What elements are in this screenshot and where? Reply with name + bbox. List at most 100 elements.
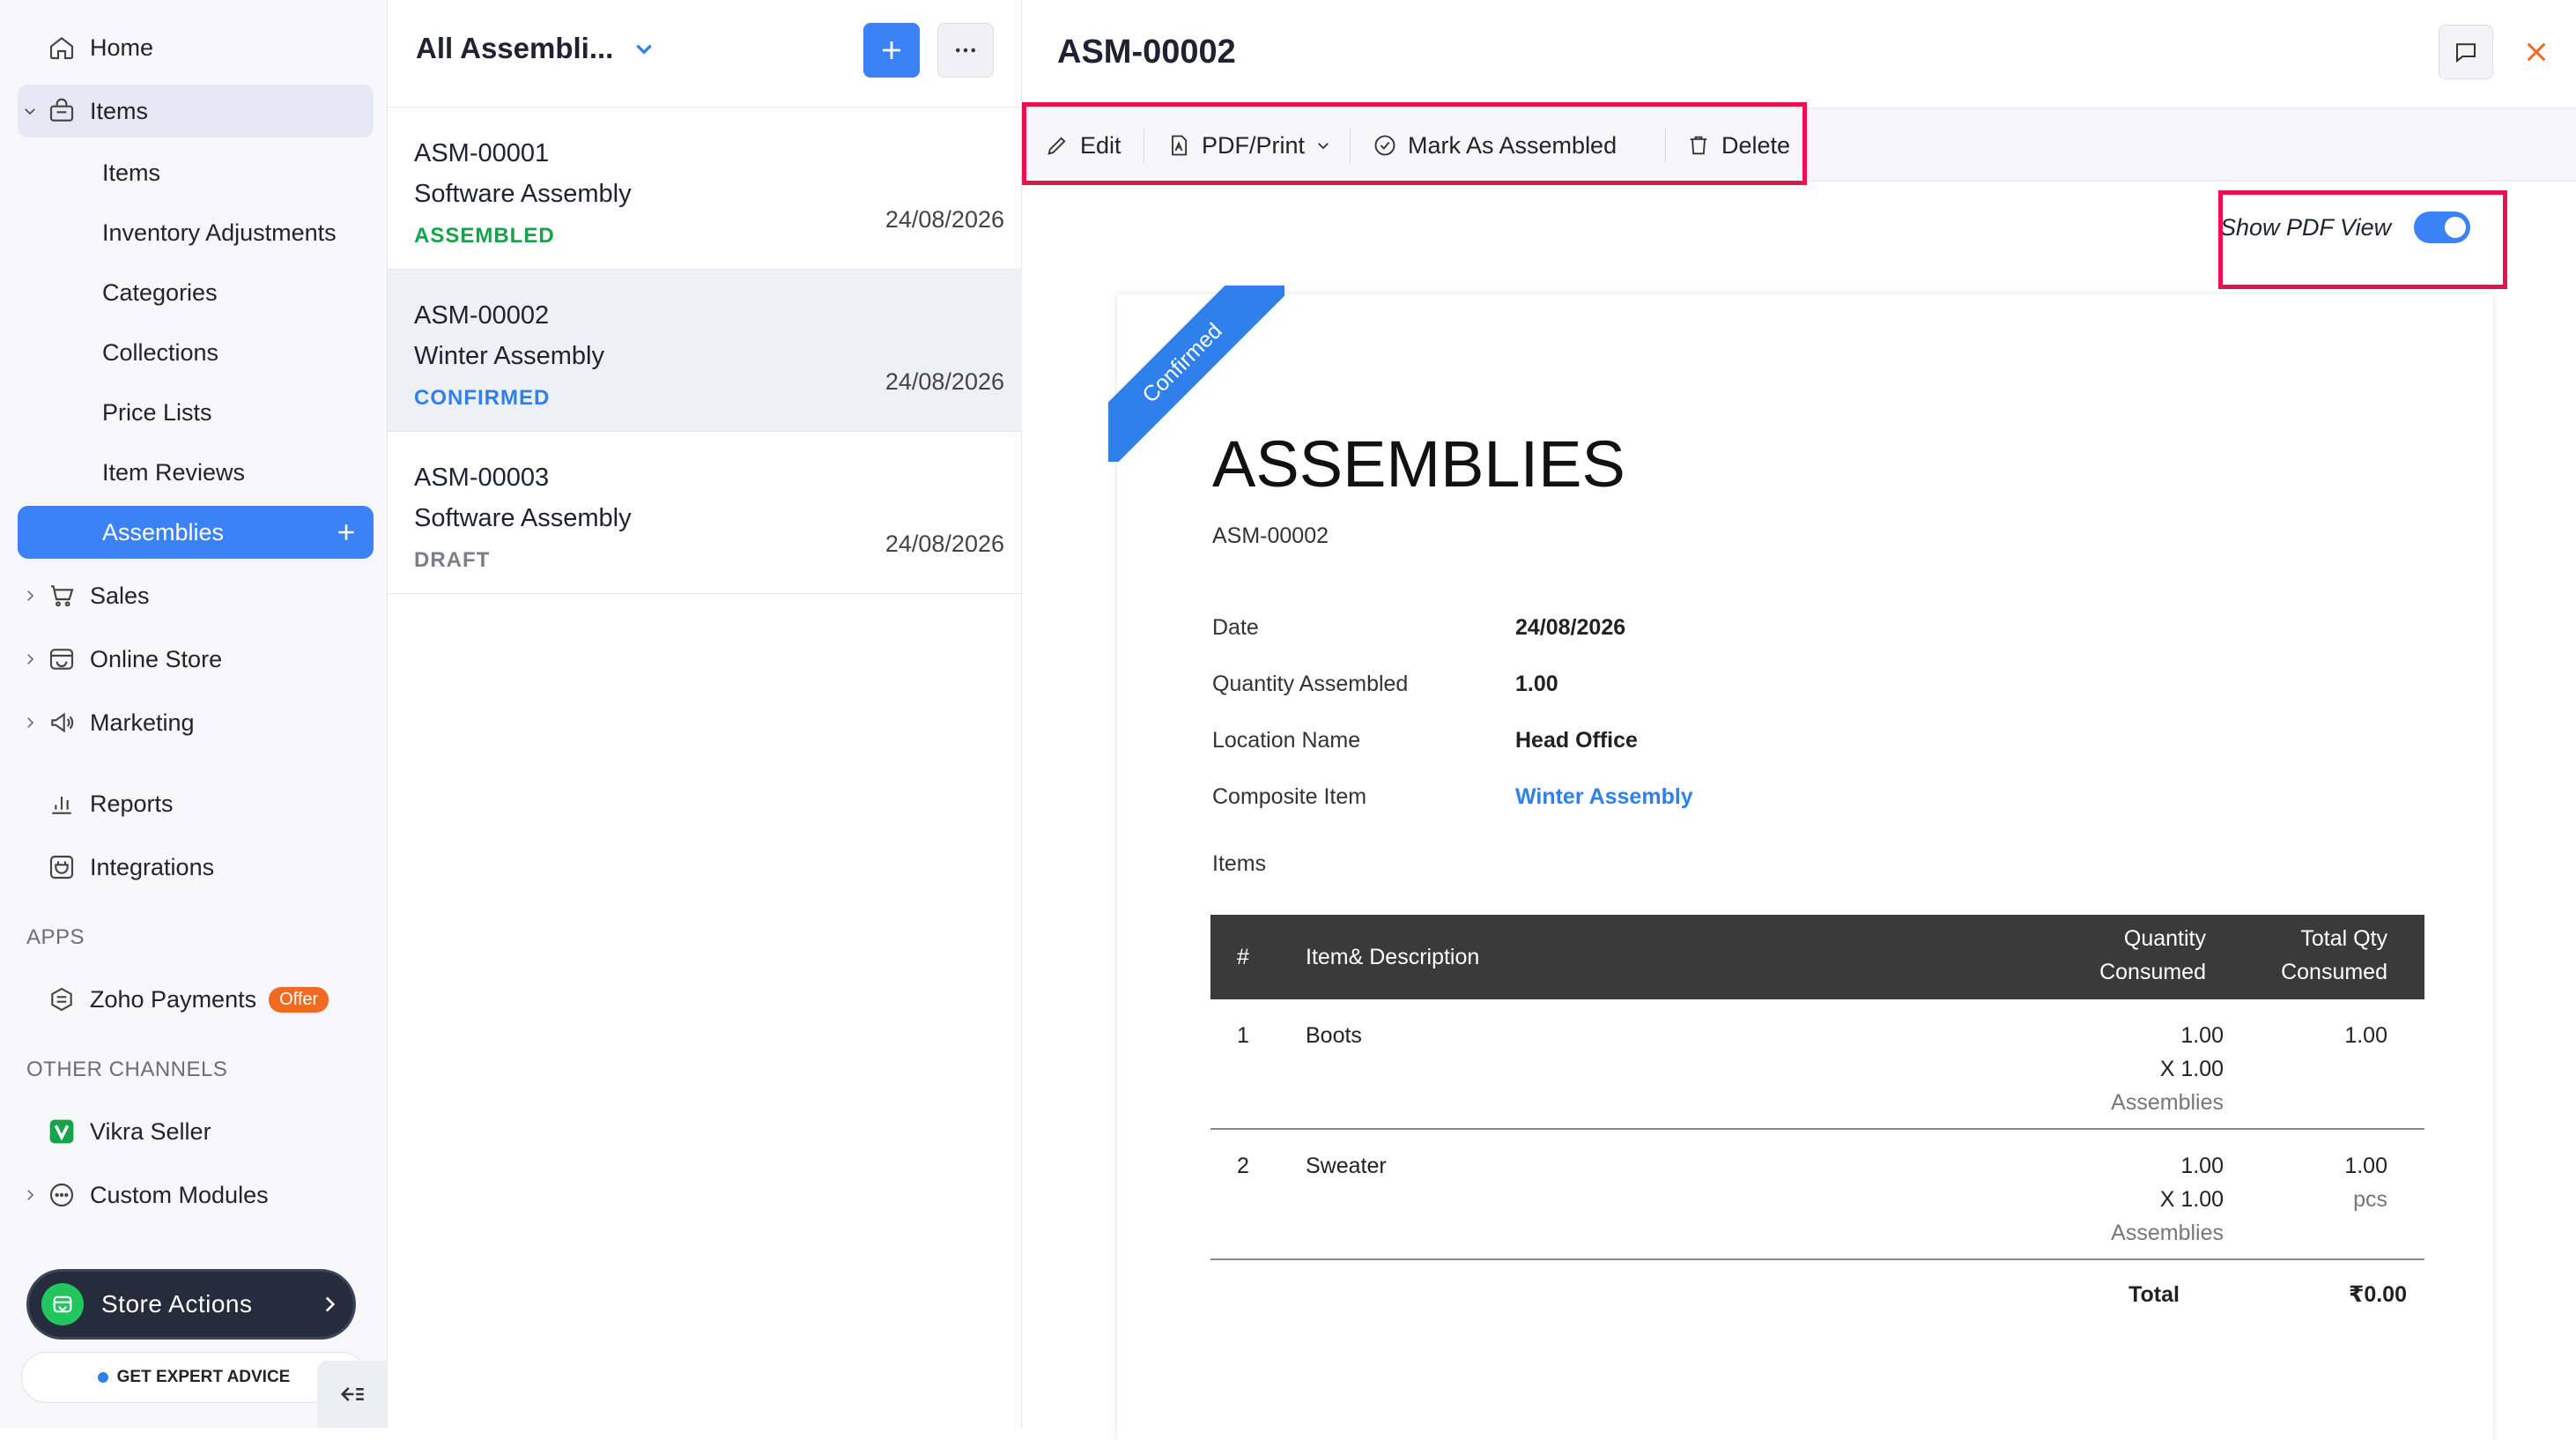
payments-icon (42, 985, 81, 1013)
sidebar-subitem-inventory-adjustments[interactable]: Inventory Adjustments (18, 206, 374, 259)
sidebar-item-integrations[interactable]: Integrations (18, 841, 374, 894)
view-selector[interactable]: All Assembli... (416, 32, 655, 65)
record-id: ASM-00003 (414, 464, 550, 492)
home-icon (42, 33, 81, 62)
store-actions-button[interactable]: Store Actions (26, 1269, 356, 1340)
col-quantity-consumed-line1: Quantity (2123, 926, 2206, 951)
sidebar-item-label: Price Lists (102, 398, 212, 426)
collapse-icon (337, 1379, 367, 1409)
col-quantity-consumed-line2: Consumed (2099, 960, 2206, 984)
sidebar-item-vikra-seller[interactable]: Vikra Seller (18, 1105, 374, 1158)
location-name-value: Head Office (1515, 728, 1638, 753)
list-item[interactable]: ASM-00001 Software Assembly ASSEMBLED 24… (388, 108, 1022, 270)
items-table-header: # Item& Description Quantity Consumed To… (1210, 915, 2424, 999)
sidebar-item-online-store[interactable]: Online Store (18, 633, 374, 686)
row-qty-unit: Assemblies (2111, 1221, 2224, 1245)
list-item[interactable]: ASM-00002 Winter Assembly CONFIRMED 24/0… (388, 270, 1022, 432)
sidebar-item-label: Zoho Payments (90, 985, 257, 1013)
other-channels-heading: OTHER CHANNELS (26, 1058, 228, 1081)
new-button[interactable] (863, 23, 920, 78)
sidebar-item-label: Online Store (90, 645, 223, 672)
record-list-panel: All Assembli... ASM-00001 Software Assem… (388, 0, 1022, 1428)
page-title: ASM-00002 (1057, 33, 1236, 71)
sidebar-item-label: Item Reviews (102, 458, 246, 486)
total-value: ₹0.00 (2348, 1282, 2407, 1307)
sidebar-item-marketing[interactable]: Marketing (18, 696, 374, 749)
table-row: 2 Sweater 1.00 X 1.00 Assemblies 1.00 pc… (1210, 1130, 2424, 1260)
plug-icon (42, 853, 81, 881)
sidebar-item-home[interactable]: Home (18, 21, 374, 74)
date-label: Date (1212, 615, 1259, 640)
row-qty: 1.00 (2180, 1023, 2224, 1048)
chevron-down-icon (633, 37, 655, 60)
sidebar-item-custom-modules[interactable]: Custom Modules (18, 1169, 374, 1221)
quantity-assembled-value: 1.00 (1515, 672, 1558, 696)
ribbon-label: Confirmed (1136, 317, 1227, 408)
storefront-icon (42, 645, 81, 673)
sidebar-item-label: Sales (90, 582, 150, 609)
sidebar-item-label: Assemblies (102, 518, 225, 546)
comment-icon (2453, 39, 2479, 65)
comments-button[interactable] (2439, 25, 2493, 79)
record-date: 24/08/2026 (885, 531, 1004, 557)
sidebar-item-label: Custom Modules (90, 1181, 269, 1208)
store-actions-label: Store Actions (101, 1290, 253, 1318)
apps-heading: APPS (26, 925, 85, 949)
sidebar-subitem-price-lists[interactable]: Price Lists (18, 386, 374, 439)
store-icon (41, 1283, 84, 1325)
sidebar-subitem-items[interactable]: Items (18, 146, 374, 199)
col-total-qty-line1: Total Qty (2300, 926, 2387, 951)
items-label: Items (1212, 851, 1267, 876)
location-name-label: Location Name (1212, 728, 1361, 753)
list-item[interactable]: ASM-00003 Software Assembly DRAFT 24/08/… (388, 432, 1022, 594)
col-item-description: Item& Description (1306, 945, 1480, 969)
sidebar-item-items-group[interactable]: Items (18, 85, 374, 137)
sidebar-item-zoho-payments[interactable]: Zoho Payments Offer (18, 973, 374, 1026)
sidebar-subitem-categories[interactable]: Categories (18, 266, 374, 319)
vikra-logo-icon (42, 1117, 81, 1146)
row-number: 1 (1237, 1023, 1249, 1048)
close-button[interactable] (2514, 30, 2558, 74)
cart-icon (42, 582, 81, 610)
more-options-button[interactable] (937, 23, 994, 78)
record-id: ASM-00001 (414, 139, 550, 167)
col-number: # (1237, 945, 1249, 969)
collapse-sidebar-button[interactable] (317, 1361, 388, 1428)
status-badge: ASSEMBLED (414, 224, 555, 248)
sidebar-item-label: Collections (102, 338, 219, 366)
sidebar-subitem-assemblies[interactable]: Assemblies (18, 506, 374, 559)
sidebar-subitem-item-reviews[interactable]: Item Reviews (18, 446, 374, 499)
date-value: 24/08/2026 (1515, 615, 1626, 640)
row-total: 1.00 (2344, 1023, 2387, 1048)
offer-badge: Offer (269, 986, 329, 1013)
record-date: 24/08/2026 (885, 368, 1004, 395)
toolbar-highlight-box (1022, 102, 1807, 185)
basket-icon (42, 97, 81, 125)
total-label: Total (2128, 1282, 2180, 1307)
plus-icon[interactable] (335, 521, 358, 544)
sidebar-item-label: Items (90, 97, 149, 124)
row-number: 2 (1237, 1154, 1249, 1178)
chevron-right-icon (18, 715, 42, 731)
sidebar-item-label: Marketing (90, 709, 195, 736)
sidebar-item-reports[interactable]: Reports (18, 777, 374, 830)
expert-advice-button[interactable]: GET EXPERT ADVICE (21, 1352, 366, 1403)
expert-advice-label: GET EXPERT ADVICE (116, 1368, 291, 1386)
sidebar-subitem-collections[interactable]: Collections (18, 326, 374, 379)
composite-item-link[interactable]: Winter Assembly (1515, 784, 1693, 810)
sidebar-item-label: Reports (90, 790, 174, 817)
status-dot-icon (97, 1372, 108, 1383)
chevron-right-icon (18, 651, 42, 667)
row-item: Boots (1306, 1023, 1362, 1048)
sidebar-item-sales[interactable]: Sales (18, 569, 374, 622)
record-name: Software Assembly (414, 504, 632, 532)
pdf-document: Confirmed ASSEMBLIES ASM-00002 Date 24/0… (1108, 286, 2493, 1440)
record-name: Winter Assembly (414, 342, 604, 370)
sidebar-item-label: Items (102, 159, 161, 186)
sidebar-item-label: Vikra Seller (90, 1117, 211, 1145)
megaphone-icon (42, 709, 81, 737)
sidebar: Home Items Items Inventory Adjustments C… (0, 0, 388, 1428)
record-date: 24/08/2026 (885, 206, 1004, 233)
chevron-right-icon (18, 1187, 42, 1203)
quantity-assembled-label: Quantity Assembled (1212, 672, 1409, 696)
